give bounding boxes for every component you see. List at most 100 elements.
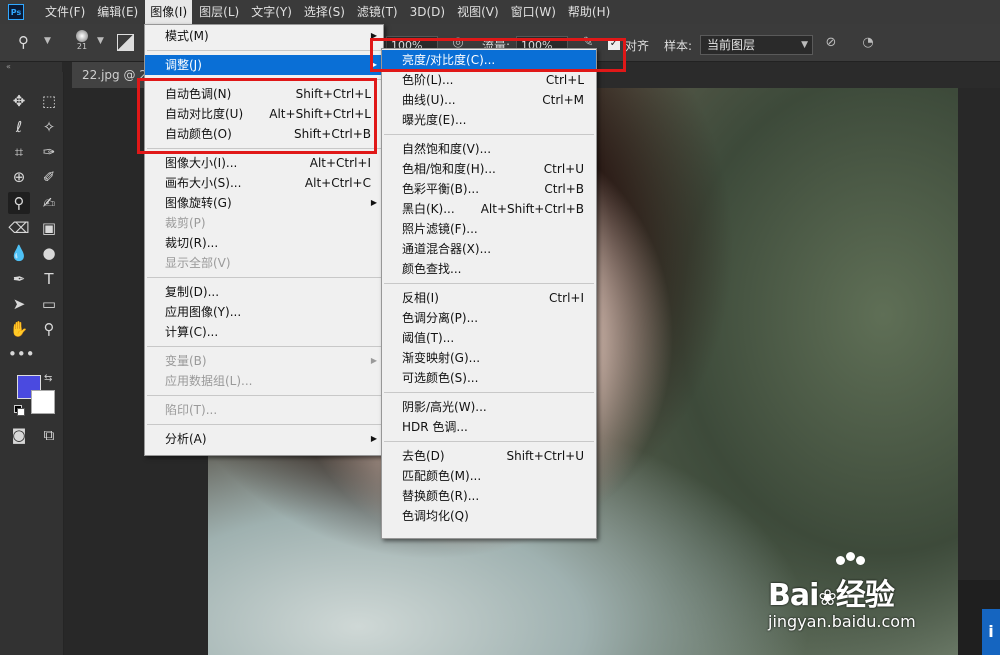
- menu-item-levels[interactable]: 色阶(L)... Ctrl+L: [382, 70, 596, 90]
- marquee-tool-icon[interactable]: ⬚: [38, 90, 60, 112]
- menu-item-black-white[interactable]: 黑白(K)... Alt+Shift+Ctrl+B: [382, 199, 596, 219]
- menu-item-hdr-toning[interactable]: HDR 色调...: [382, 417, 596, 437]
- menu-item-brightness-contrast[interactable]: 亮度/对比度(C)...: [382, 50, 596, 70]
- menu-item-color-lookup[interactable]: 颜色查找...: [382, 259, 596, 279]
- eyedropper-tool-icon[interactable]: ✑: [38, 141, 60, 163]
- document-tab[interactable]: 22.jpg @ 2(: [72, 62, 144, 88]
- brush-preset-picker[interactable]: 21: [72, 30, 92, 56]
- menu-view[interactable]: 视图(V): [452, 0, 504, 24]
- healing-brush-tool-icon[interactable]: ⊕: [8, 166, 30, 188]
- pen-tool-icon[interactable]: ✒: [8, 268, 30, 290]
- menu-item-curves[interactable]: 曲线(U)... Ctrl+M: [382, 90, 596, 110]
- panel-collapse-button[interactable]: «: [0, 62, 62, 72]
- brush-tool-icon[interactable]: ✐: [38, 166, 60, 188]
- menu-item-selective-color[interactable]: 可选颜色(S)...: [382, 368, 596, 388]
- menu-item-replace-color[interactable]: 替换颜色(R)...: [382, 486, 596, 506]
- menu-item-auto-color[interactable]: 自动颜色(O) Shift+Ctrl+B: [145, 124, 383, 144]
- lasso-tool-icon[interactable]: ℓ: [8, 116, 30, 138]
- menu-item-shortcut: Shift+Ctrl+L: [295, 87, 371, 101]
- menu-window[interactable]: 窗口(W): [506, 0, 561, 24]
- menu-item-label: 色调均化(Q): [402, 509, 469, 523]
- menu-item-threshold[interactable]: 阈值(T)...: [382, 328, 596, 348]
- menu-item-label: 自然饱和度(V)...: [402, 142, 492, 156]
- menu-item-invert[interactable]: 反相(I) Ctrl+I: [382, 288, 596, 308]
- menu-item-shortcut: Alt+Shift+Ctrl+L: [269, 107, 371, 121]
- aligned-checkbox[interactable]: ✓: [608, 38, 620, 50]
- menu-item-shadows-highlights[interactable]: 阴影/高光(W)...: [382, 397, 596, 417]
- crop-tool-icon[interactable]: ⌗: [8, 141, 30, 163]
- more-tools-icon[interactable]: •••: [8, 343, 35, 365]
- dodge-tool-icon[interactable]: ●: [38, 242, 60, 264]
- menu-item-trim[interactable]: 裁切(R)...: [145, 233, 383, 253]
- menu-item-auto-contrast[interactable]: 自动对比度(U) Alt+Shift+Ctrl+L: [145, 104, 383, 124]
- menu-item-label: 应用数据组(L)...: [165, 374, 253, 388]
- menu-item-calculations[interactable]: 计算(C)...: [145, 322, 383, 342]
- menu-item-mode[interactable]: 模式(M) ▶: [145, 26, 383, 46]
- magic-wand-tool-icon[interactable]: ✧: [38, 116, 60, 138]
- type-tool-icon[interactable]: T: [38, 268, 60, 290]
- screen-mode-icon[interactable]: ⧉: [38, 424, 60, 446]
- menu-item-posterize[interactable]: 色调分离(P)...: [382, 308, 596, 328]
- menu-item-image-rotation[interactable]: 图像旋转(G) ▶: [145, 193, 383, 213]
- blur-tool-icon[interactable]: 💧: [8, 242, 30, 264]
- menu-item-label: 自动颜色(O): [165, 127, 232, 141]
- hand-tool-icon[interactable]: ✋: [8, 318, 30, 340]
- menu-image[interactable]: 图像(I): [145, 0, 193, 24]
- swap-colors-icon[interactable]: ⇆: [44, 373, 52, 384]
- menu-item-match-color[interactable]: 匹配颜色(M)...: [382, 466, 596, 486]
- menu-select[interactable]: 选择(S): [299, 0, 350, 24]
- default-colors-icon[interactable]: [14, 405, 25, 416]
- gradient-tool-icon[interactable]: ▣: [38, 217, 60, 239]
- menu-help[interactable]: 帮助(H): [563, 0, 615, 24]
- baidu-jingyan-watermark: Bai❀经验 jingyan.baidu.com: [768, 552, 948, 640]
- menu-item-duplicate[interactable]: 复制(D)...: [145, 282, 383, 302]
- chevron-down-icon: ▼: [801, 40, 808, 50]
- clone-stamp-icon[interactable]: ⚲: [18, 33, 42, 53]
- chevron-down-icon[interactable]: ▼: [97, 36, 104, 46]
- menu-item-auto-tone[interactable]: 自动色调(N) Shift+Ctrl+L: [145, 84, 383, 104]
- menu-item-label: 色阶(L)...: [402, 73, 454, 87]
- history-brush-tool-icon[interactable]: ✍: [38, 192, 60, 214]
- menu-separator: [384, 134, 594, 135]
- background-color-swatch[interactable]: [31, 390, 55, 414]
- move-tool-icon[interactable]: ✥: [8, 90, 30, 112]
- menu-item-label: 可选颜色(S)...: [402, 371, 479, 385]
- menu-layer[interactable]: 图层(L): [194, 0, 244, 24]
- menu-item-image-size[interactable]: 图像大小(I)... Alt+Ctrl+I: [145, 153, 383, 173]
- path-selection-tool-icon[interactable]: ➤: [8, 293, 30, 315]
- menu-item-canvas-size[interactable]: 画布大小(S)... Alt+Ctrl+C: [145, 173, 383, 193]
- menu-item-label: 陷印(T)...: [165, 403, 218, 417]
- chevron-down-icon[interactable]: ▼: [44, 36, 51, 46]
- menu-item-label: 显示全部(V): [165, 256, 231, 270]
- ignore-adjustment-layers-icon[interactable]: ⊘: [823, 35, 839, 51]
- menu-item-exposure[interactable]: 曝光度(E)...: [382, 110, 596, 130]
- menu-item-analysis[interactable]: 分析(A) ▶: [145, 429, 383, 449]
- watermark-brand-latin: Bai: [768, 578, 819, 613]
- menu-item-vibrance[interactable]: 自然饱和度(V)...: [382, 139, 596, 159]
- zoom-tool-icon[interactable]: ⚲: [38, 318, 60, 340]
- menu-filter[interactable]: 滤镜(T): [352, 0, 403, 24]
- menu-item-channel-mixer[interactable]: 通道混合器(X)...: [382, 239, 596, 259]
- menu-item-adjustments[interactable]: 调整(J) ▶: [145, 55, 383, 75]
- quick-mask-icon[interactable]: ◙: [8, 424, 30, 446]
- menu-separator: [147, 346, 381, 347]
- menu-3d[interactable]: 3D(D): [405, 0, 450, 24]
- shape-tool-icon[interactable]: ▭: [38, 293, 60, 315]
- submenu-arrow-icon: ▶: [370, 198, 377, 207]
- clone-stamp-tool-icon[interactable]: ⚲: [8, 192, 30, 214]
- menu-item-gradient-map[interactable]: 渐变映射(G)...: [382, 348, 596, 368]
- pressure-size-icon[interactable]: ◔: [860, 35, 876, 51]
- menu-item-apply-image[interactable]: 应用图像(Y)...: [145, 302, 383, 322]
- menu-edit[interactable]: 编辑(E): [92, 0, 143, 24]
- menu-item-label: 计算(C)...: [165, 325, 219, 339]
- eraser-tool-icon[interactable]: ⌫: [8, 217, 30, 239]
- brush-settings-toggle[interactable]: [117, 34, 134, 51]
- sample-select[interactable]: 当前图层 ▼: [700, 35, 813, 55]
- menu-item-photo-filter[interactable]: 照片滤镜(F)...: [382, 219, 596, 239]
- menu-item-equalize[interactable]: 色调均化(Q): [382, 506, 596, 526]
- menu-type[interactable]: 文字(Y): [246, 0, 297, 24]
- menu-item-hue-saturation[interactable]: 色相/饱和度(H)... Ctrl+U: [382, 159, 596, 179]
- menu-item-desaturate[interactable]: 去色(D) Shift+Ctrl+U: [382, 446, 596, 466]
- menu-file[interactable]: 文件(F): [40, 0, 90, 24]
- menu-item-color-balance[interactable]: 色彩平衡(B)... Ctrl+B: [382, 179, 596, 199]
